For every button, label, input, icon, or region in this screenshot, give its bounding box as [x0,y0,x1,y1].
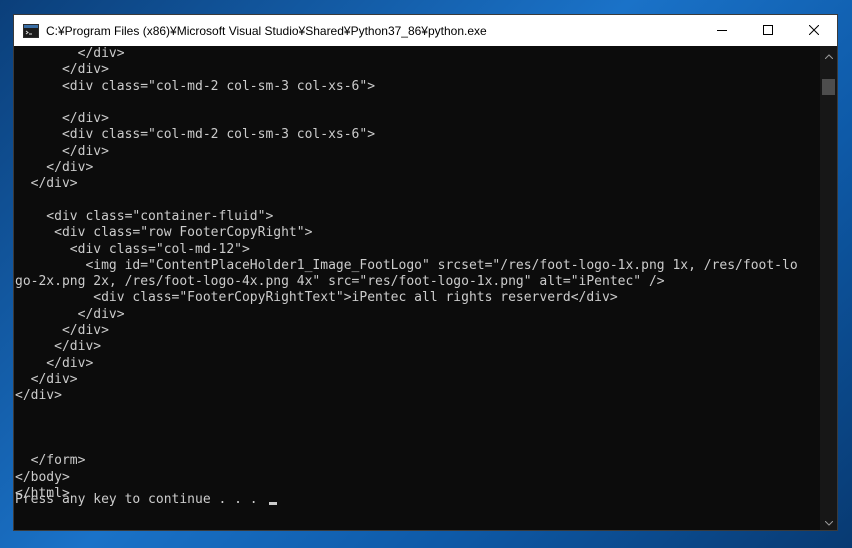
console-line: <div class="container-fluid"> [15,208,274,224]
console-line: </div> [15,355,94,371]
console-prompt-line: Press any key to continue . . . [15,492,278,508]
console-line: </div> [15,143,109,159]
console-line: </div> [15,306,125,322]
console-line: </div> [15,339,102,355]
console-line: <img id="ContentPlaceHolder1_Image_FootL… [15,257,798,273]
console-prompt-text: Press any key to continue . . . [15,492,266,507]
scroll-thumb[interactable] [822,79,835,95]
chevron-up-icon [824,46,833,64]
console-line: <div class="row FooterCopyRight"> [15,225,313,241]
console-line: </div> [15,371,78,387]
scroll-down-button[interactable] [820,513,837,530]
console-line: </div> [15,46,125,61]
window-controls [699,15,837,46]
vertical-scrollbar[interactable] [820,46,837,530]
window-title: C:¥Program Files (x86)¥Microsoft Visual … [46,23,487,38]
console-output-area[interactable]: </div> </div> <div class="col-md-2 col-s… [14,46,820,530]
title-bar[interactable]: C:¥Program Files (x86)¥Microsoft Visual … [14,15,837,46]
console-line: </div> [15,176,78,192]
console-line: <div class="col-md-2 col-sm-3 col-xs-6"> [15,127,376,143]
console-line: </div> [15,323,109,339]
desktop-background: C:¥Program Files (x86)¥Microsoft Visual … [0,0,852,548]
minimize-button[interactable] [699,15,745,46]
maximize-icon [763,22,773,40]
console-line: </form> [15,453,86,469]
console-line: </div> [15,111,109,127]
console-app-icon[interactable] [23,23,39,39]
console-line: </div> [15,388,62,404]
console-line: </div> [15,62,109,78]
maximize-button[interactable] [745,15,791,46]
console-line: </div> [15,160,94,176]
close-button[interactable] [791,15,837,46]
console-line: <div class="FooterCopyRightText">iPentec… [15,290,618,306]
console-output-text: </div> </div> <div class="col-md-2 col-s… [15,46,798,502]
console-line: <div class="col-md-12"> [15,241,250,257]
chevron-down-icon [824,513,833,531]
console-line: go-2x.png 2x, /res/foot-logo-4x.png 4x" … [15,274,665,290]
minimize-icon [717,22,727,40]
console-line: </body> [15,469,70,485]
scroll-up-button[interactable] [820,46,837,63]
text-cursor [269,502,278,505]
close-icon [808,22,820,40]
console-line: <div class="col-md-2 col-sm-3 col-xs-6"> [15,78,376,94]
console-window[interactable]: C:¥Program Files (x86)¥Microsoft Visual … [13,14,838,531]
